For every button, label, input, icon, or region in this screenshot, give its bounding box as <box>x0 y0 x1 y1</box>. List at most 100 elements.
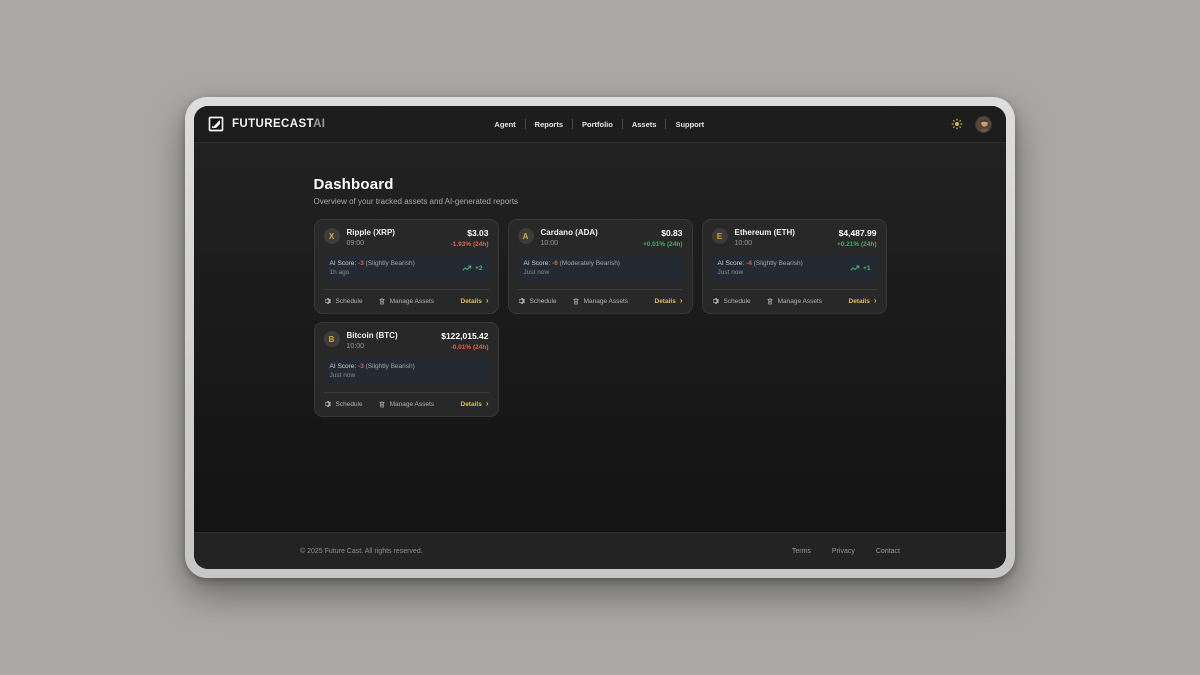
dashboard-content: Dashboard Overview of your tracked asset… <box>194 143 1006 532</box>
app-footer: © 2025 Future Cast. All rights reserved.… <box>194 532 1006 569</box>
coin-time: 10:00 <box>347 343 398 350</box>
footer-link-privacy[interactable]: Privacy <box>832 548 855 555</box>
coin-time: 09:00 <box>347 240 395 247</box>
nav-item-support[interactable]: Support <box>666 120 713 129</box>
page-title: Dashboard <box>314 176 887 193</box>
coin-initial-badge: X <box>324 228 340 244</box>
ai-sentiment: (Moderately Bearish) <box>560 260 620 267</box>
chevron-right-icon: › <box>486 401 489 407</box>
coin-initial-badge: B <box>324 331 340 347</box>
nav-item-portfolio[interactable]: Portfolio <box>573 120 622 129</box>
app-window: FUTURECASTAI Agent Reports Portfolio Ass… <box>194 106 1006 569</box>
coin-name: Bitcoin (BTC) <box>347 331 398 340</box>
trash-icon <box>766 297 774 305</box>
trash-icon <box>572 297 580 305</box>
manage-assets-button[interactable]: Manage Assets <box>766 297 822 305</box>
manage-assets-button[interactable]: Manage Assets <box>378 400 434 408</box>
asset-card-ethereum: E Ethereum (ETH) 10:00 $4,487.99 +0.21% … <box>702 219 887 314</box>
details-link[interactable]: Details› <box>461 401 489 408</box>
coin-initial-badge: A <box>518 228 534 244</box>
nav-item-agent[interactable]: Agent <box>485 120 524 129</box>
ai-score-label: AI Score: <box>718 260 745 267</box>
device-frame: FUTURECASTAI Agent Reports Portfolio Ass… <box>185 97 1015 578</box>
ai-sentiment: (Slightly Bearish) <box>366 363 415 370</box>
schedule-button[interactable]: Schedule <box>324 297 363 305</box>
asset-card-bitcoin: B Bitcoin (BTC) 10:00 $122,015.42 -0.01%… <box>314 322 499 417</box>
top-navigation-bar: FUTURECASTAI Agent Reports Portfolio Ass… <box>194 106 1006 143</box>
chevron-right-icon: › <box>874 298 877 304</box>
ai-updated: 1h ago <box>330 268 415 278</box>
coin-change: +0.01% (24h) <box>643 241 683 248</box>
coin-change: -1.93% (24h) <box>451 241 489 248</box>
ai-score-panel: AI Score: -4 (Slightly Bearish) Just now… <box>712 255 877 283</box>
ai-score-label: AI Score: <box>330 363 357 370</box>
coin-price: $4,487.99 <box>837 228 877 238</box>
card-divider <box>324 392 489 393</box>
details-link[interactable]: Details› <box>461 298 489 305</box>
trend-badge: +1 <box>850 265 870 272</box>
coin-change: -0.01% (24h) <box>441 344 488 351</box>
asset-card-grid: X Ripple (XRP) 09:00 $3.03 -1.93% (24h) <box>314 219 887 417</box>
theme-toggle-sun-icon[interactable] <box>950 117 964 131</box>
coin-name: Ethereum (ETH) <box>735 228 795 237</box>
gear-icon <box>712 297 720 305</box>
ai-score-value: -3 <box>358 363 364 370</box>
trend-badge: +2 <box>462 265 482 272</box>
main-nav: Agent Reports Portfolio Assets Support <box>485 119 713 129</box>
copyright-text: © 2025 Future Cast. All rights reserved. <box>300 548 423 555</box>
manage-assets-button[interactable]: Manage Assets <box>378 297 434 305</box>
trend-up-icon <box>462 265 472 272</box>
ai-updated: Just now <box>718 268 803 278</box>
details-link[interactable]: Details› <box>849 298 877 305</box>
ai-score-panel: AI Score: -3 (Slightly Bearish) Just now <box>324 358 489 386</box>
coin-name: Ripple (XRP) <box>347 228 395 237</box>
trash-icon <box>378 297 386 305</box>
ai-score-value: -4 <box>746 260 752 267</box>
footer-link-contact[interactable]: Contact <box>876 548 900 555</box>
ai-score-panel: AI Score: -6 (Moderately Bearish) Just n… <box>518 255 683 283</box>
footer-links: Terms Privacy Contact <box>792 548 900 555</box>
coin-name: Cardano (ADA) <box>541 228 598 237</box>
coin-change: +0.21% (24h) <box>837 241 877 248</box>
coin-time: 10:00 <box>735 240 795 247</box>
asset-card-cardano: A Cardano (ADA) 10:00 $0.83 +0.01% (24h) <box>508 219 693 314</box>
details-link[interactable]: Details› <box>655 298 683 305</box>
schedule-button[interactable]: Schedule <box>324 400 363 408</box>
brand-logo-icon <box>208 116 224 132</box>
schedule-button[interactable]: Schedule <box>518 297 557 305</box>
trash-icon <box>378 400 386 408</box>
schedule-button[interactable]: Schedule <box>712 297 751 305</box>
chevron-right-icon: › <box>680 298 683 304</box>
topbar-right <box>950 116 992 133</box>
ai-updated: Just now <box>524 268 620 278</box>
card-divider <box>518 289 683 290</box>
trend-up-icon <box>850 265 860 272</box>
ai-sentiment: (Slightly Bearish) <box>366 260 415 267</box>
asset-card-ripple: X Ripple (XRP) 09:00 $3.03 -1.93% (24h) <box>314 219 499 314</box>
coin-time: 10:00 <box>541 240 598 247</box>
ai-score-panel: AI Score: -3 (Slightly Bearish) 1h ago +… <box>324 255 489 283</box>
ai-score-label: AI Score: <box>330 260 357 267</box>
coin-price: $0.83 <box>643 228 683 238</box>
ai-score-value: -3 <box>358 260 364 267</box>
coin-initial-badge: E <box>712 228 728 244</box>
card-divider <box>712 289 877 290</box>
manage-assets-button[interactable]: Manage Assets <box>572 297 628 305</box>
brand-name: FUTURECASTAI <box>232 118 325 130</box>
gear-icon <box>518 297 526 305</box>
card-divider <box>324 289 489 290</box>
ai-sentiment: (Slightly Bearish) <box>754 260 803 267</box>
gear-icon <box>324 297 332 305</box>
nav-item-assets[interactable]: Assets <box>623 120 666 129</box>
footer-link-terms[interactable]: Terms <box>792 548 811 555</box>
coin-price: $122,015.42 <box>441 331 488 341</box>
ai-updated: Just now <box>330 371 415 381</box>
nav-item-reports[interactable]: Reports <box>526 120 572 129</box>
coin-price: $3.03 <box>451 228 489 238</box>
chevron-right-icon: › <box>486 298 489 304</box>
user-avatar[interactable] <box>975 116 992 133</box>
ai-score-value: -6 <box>552 260 558 267</box>
gear-icon <box>324 400 332 408</box>
ai-score-label: AI Score: <box>524 260 551 267</box>
page-subtitle: Overview of your tracked assets and AI-g… <box>314 197 887 206</box>
